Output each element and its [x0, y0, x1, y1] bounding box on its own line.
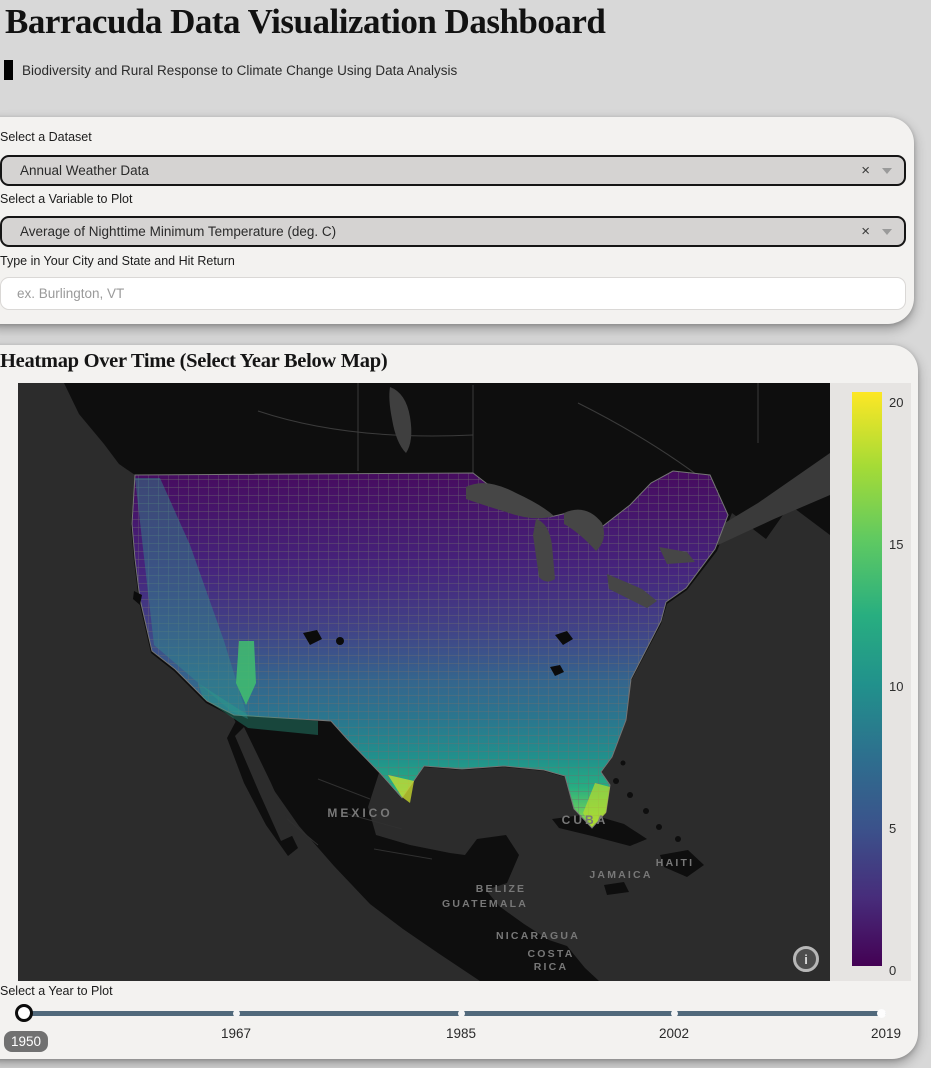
- subtitle-marker: [4, 60, 13, 80]
- heatmap-panel: Heatmap Over Time (Select Year Below Map…: [0, 345, 918, 1059]
- colorbar-tick: 20: [889, 395, 904, 410]
- year-slider-label: Select a Year to Plot: [0, 984, 113, 998]
- slider-tick-dot[interactable]: [233, 1010, 240, 1017]
- slider-tick-dot[interactable]: [671, 1010, 678, 1017]
- year-tooltip: 1950: [3, 1031, 49, 1052]
- variable-label: Select a Variable to Plot: [0, 192, 133, 206]
- dataset-select-value: Annual Weather Data: [20, 163, 149, 178]
- colorbar-tick: 10: [889, 679, 904, 694]
- year-slider: 1950: [3, 1004, 886, 1052]
- year-tick-label: 2002: [658, 1026, 690, 1041]
- clear-icon[interactable]: ×: [861, 224, 870, 239]
- colorbar-gradient: [852, 392, 882, 966]
- colorbar: 20 15 10 5 0: [830, 383, 911, 981]
- controls-panel: Select a Dataset Annual Weather Data × S…: [0, 117, 914, 324]
- basemap-label: GUATEMALA: [441, 898, 529, 910]
- basemap-label: MEXICO: [327, 806, 393, 820]
- year-tick-label: 1967: [220, 1026, 252, 1041]
- city-label: Type in Your City and State and Hit Retu…: [0, 254, 235, 268]
- slider-tick-dot[interactable]: [458, 1010, 465, 1017]
- colorbar-tick: 15: [889, 537, 904, 552]
- project-subtitle: Biodiversity and Rural Response to Clima…: [4, 60, 457, 80]
- basemap-label: HAITI: [655, 857, 695, 869]
- variable-select-value: Average of Nighttime Minimum Temperature…: [20, 224, 337, 239]
- dataset-label: Select a Dataset: [0, 130, 92, 144]
- variable-select[interactable]: Average of Nighttime Minimum Temperature…: [0, 216, 906, 247]
- basemap-label: CUBA: [561, 813, 609, 827]
- map-graphic: [18, 383, 830, 981]
- dashboard-page: { "header": { "title": "Barracuda Data V…: [0, 0, 931, 1068]
- page-title: Barracuda Data Visualization Dashboard: [5, 2, 606, 41]
- dataset-select[interactable]: Annual Weather Data ×: [0, 155, 906, 186]
- basemap-label: COSTA RICA: [527, 947, 575, 973]
- basemap-label: JAMAICA: [589, 869, 653, 881]
- colorbar-tick: 0: [889, 963, 897, 978]
- info-icon[interactable]: i: [793, 946, 819, 972]
- slider-handle[interactable]: [15, 1004, 33, 1022]
- chevron-down-icon[interactable]: [882, 167, 892, 174]
- year-tick-label: 2019: [870, 1026, 902, 1041]
- chevron-down-icon[interactable]: [882, 228, 892, 235]
- basemap-label: BELIZE: [475, 883, 527, 895]
- subtitle-text: Biodiversity and Rural Response to Clima…: [22, 62, 458, 78]
- basemap-label: NICARAGUA: [496, 930, 580, 942]
- heatmap-title: Heatmap Over Time (Select Year Below Map…: [0, 350, 388, 372]
- colorbar-tick: 5: [889, 821, 897, 836]
- choropleth-map[interactable]: MEXICO CUBA BELIZE GUATEMALA NICARAGUA C…: [18, 383, 830, 981]
- clear-icon[interactable]: ×: [861, 163, 870, 178]
- slider-tick-dot[interactable]: [877, 1009, 886, 1018]
- city-input[interactable]: [0, 277, 906, 310]
- year-slider-track[interactable]: [24, 1011, 886, 1016]
- year-tick-label: 1985: [445, 1026, 477, 1041]
